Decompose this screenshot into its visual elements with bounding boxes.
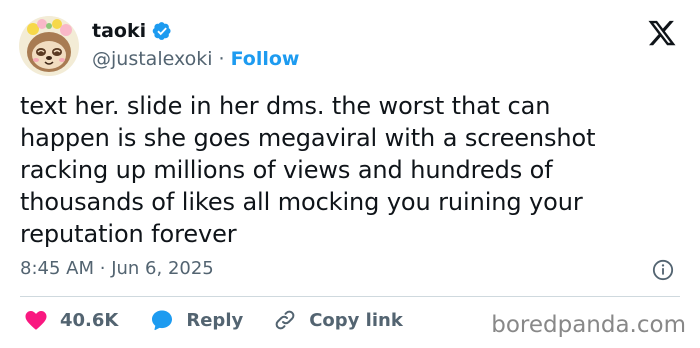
verified-badge-icon (152, 22, 171, 40)
author-name[interactable]: taoki (92, 20, 146, 42)
tweet-text-line: thousands of likes all mocking you ruini… (20, 188, 583, 216)
watermark: boredpanda.com (491, 312, 686, 338)
handle-separator: · (218, 48, 225, 70)
divider (20, 296, 680, 297)
x-logo-icon[interactable] (646, 18, 678, 48)
action-bar: 40.6K Reply Copy link (24, 308, 403, 332)
avatar[interactable] (19, 16, 79, 76)
tweet-time: 8:45 AM (20, 258, 94, 279)
reply-label: Reply (186, 309, 244, 331)
info-icon[interactable] (652, 259, 674, 281)
tweet-text-line: happen is she goes megaviral with a scre… (20, 124, 596, 152)
like-count: 40.6K (60, 309, 119, 331)
reply-bubble-icon (152, 310, 173, 331)
copy-link-button[interactable]: Copy link (273, 308, 403, 332)
meta-separator: · (99, 258, 106, 279)
link-icon (275, 310, 295, 330)
heart-icon (25, 311, 47, 330)
tweet-text-line: reputation forever (20, 220, 237, 248)
like-button[interactable]: 40.6K (24, 308, 118, 332)
copy-link-label: Copy link (309, 309, 403, 331)
follow-button[interactable]: Follow (231, 48, 300, 70)
handle-row: @justalexoki · Follow (92, 48, 299, 70)
tweet-text: text her. slide in her dms. the worst th… (20, 90, 685, 250)
author-handle[interactable]: @justalexoki (92, 48, 213, 70)
tweet-timestamp[interactable]: 8:45 AM · Jun 6, 2025 (20, 258, 214, 279)
reply-button[interactable]: Reply (150, 308, 243, 332)
tweet-text-line: text her. slide in her dms. the worst th… (20, 92, 551, 120)
tweet-date: Jun 6, 2025 (111, 258, 214, 279)
avatar-sloth-image (19, 16, 79, 76)
author-name-row: taoki (92, 20, 172, 42)
tweet-text-line: racking up millions of views and hundred… (20, 156, 553, 184)
